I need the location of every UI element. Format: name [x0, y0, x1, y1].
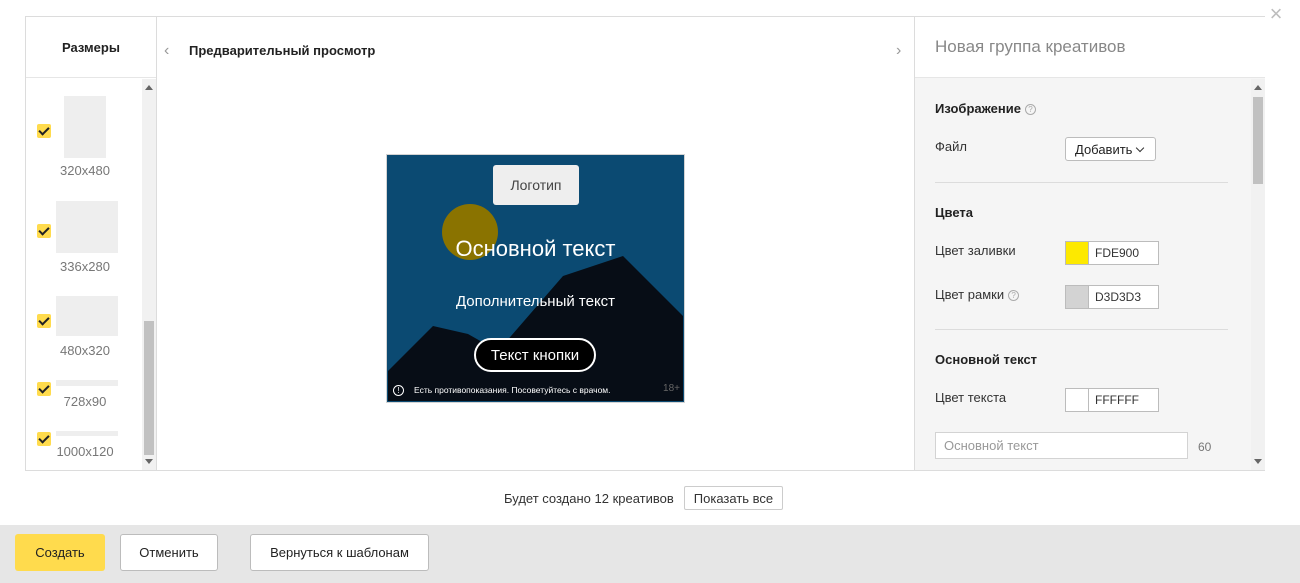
show-all-button[interactable]: Показать все: [683, 486, 784, 510]
char-counter: 60: [1198, 440, 1212, 454]
fill-color-swatch[interactable]: [1065, 241, 1089, 265]
checkbox-728x90[interactable]: [37, 382, 51, 396]
back-to-templates-button[interactable]: Вернуться к шаблонам: [250, 534, 429, 571]
banner-logo: Логотип: [493, 165, 579, 205]
scroll-down-icon[interactable]: [145, 459, 153, 464]
size-thumbnail: [56, 380, 118, 386]
disclaimer-text: Есть противопоказания. Посоветуйтесь с в…: [414, 385, 611, 395]
chevron-down-icon: [1136, 143, 1145, 152]
close-icon[interactable]: ×: [1266, 3, 1286, 25]
size-thumbnail: [56, 431, 118, 436]
sizes-list: 320x480 336x280 480x320 728x90 1000x120: [26, 79, 142, 470]
footer-bar: Создать Отменить Вернуться к шаблонам: [0, 525, 1300, 583]
size-label: 480x320: [60, 343, 110, 358]
banner-preview: Логотип Основной текст Дополнительный те…: [386, 154, 685, 403]
scroll-up-icon[interactable]: [145, 85, 153, 90]
sizes-panel: Размеры 320x480 336x280 480x320 728x90 1…: [26, 17, 157, 470]
creative-editor-modal: × Размеры 320x480 336x280 480x320 728x90…: [0, 0, 1300, 583]
preview-panel: ‹ Предварительный просмотр › Логотип Осн…: [158, 17, 913, 470]
scrollbar-thumb[interactable]: [144, 321, 154, 455]
size-item-1000x120[interactable]: 1000x120: [26, 419, 142, 470]
main-text-input[interactable]: Основной текст: [935, 432, 1188, 459]
image-section-title: Изображение?: [935, 101, 1036, 116]
sizes-title: Размеры: [26, 17, 156, 78]
settings-scrollbar[interactable]: [1251, 79, 1265, 470]
checkbox-320x480[interactable]: [37, 124, 51, 138]
divider: [935, 329, 1228, 330]
main-text-section-title: Основной текст: [935, 352, 1038, 367]
divider: [935, 182, 1228, 183]
summary-text: Будет создано 12 креативов: [504, 490, 674, 506]
size-label: 320x480: [60, 163, 110, 178]
size-label: 336x280: [60, 259, 110, 274]
fill-color-label: Цвет заливки: [935, 243, 1016, 258]
cancel-button[interactable]: Отменить: [120, 534, 218, 571]
size-item-480x320[interactable]: 480x320: [26, 279, 142, 369]
text-color-swatch[interactable]: [1065, 388, 1089, 412]
checkbox-480x320[interactable]: [37, 314, 51, 328]
sizes-scrollbar[interactable]: [142, 79, 156, 470]
size-item-320x480[interactable]: 320x480: [26, 79, 142, 179]
chevron-right-icon[interactable]: ›: [896, 43, 908, 59]
scrollbar-thumb[interactable]: [1253, 97, 1263, 184]
banner-disclaimer: ! Есть противопоказания. Посоветуйтесь с…: [393, 383, 683, 397]
scroll-down-icon[interactable]: [1254, 459, 1262, 464]
banner-sub-text: Дополнительный текст: [455, 293, 616, 310]
text-color-label: Цвет текста: [935, 390, 1007, 405]
image-section-label: Изображение: [935, 101, 1021, 116]
preview-title: Предварительный просмотр: [189, 43, 376, 58]
checkbox-1000x120[interactable]: [37, 432, 51, 446]
text-color-field[interactable]: FFFFFF: [1065, 388, 1159, 412]
chevron-left-icon[interactable]: ‹: [164, 43, 176, 59]
banner-cta-button: Текст кнопки: [474, 338, 596, 372]
size-thumbnail: [56, 201, 118, 253]
add-file-label: Добавить: [1075, 141, 1133, 157]
fill-color-input[interactable]: FDE900: [1089, 241, 1159, 265]
warning-icon: !: [393, 384, 404, 396]
border-color-input[interactable]: D3D3D3: [1089, 285, 1159, 309]
add-file-dropdown[interactable]: Добавить: [1065, 137, 1156, 161]
size-item-728x90[interactable]: 728x90: [26, 369, 142, 419]
size-thumbnail: [56, 296, 118, 336]
text-color-input[interactable]: FFFFFF: [1089, 388, 1159, 412]
editor-frame: Размеры 320x480 336x280 480x320 728x90 1…: [25, 16, 1265, 471]
size-label: 1000x120: [56, 444, 114, 459]
settings-title: Новая группа креативов: [915, 17, 1265, 78]
size-item-336x280[interactable]: 336x280: [26, 179, 142, 279]
size-thumbnail: [64, 96, 106, 158]
border-color-label-text: Цвет рамки: [935, 287, 1005, 302]
border-color-swatch[interactable]: [1065, 285, 1089, 309]
scroll-up-icon[interactable]: [1254, 85, 1262, 90]
border-color-field[interactable]: D3D3D3: [1065, 285, 1159, 309]
settings-body: Изображение? Файл Добавить Цвета Цвет за…: [915, 79, 1251, 470]
fill-color-field[interactable]: FDE900: [1065, 241, 1159, 265]
age-rating: 18+: [663, 383, 680, 394]
creatives-summary: Будет создано 12 креативов Показать все: [504, 486, 784, 510]
help-icon[interactable]: ?: [1008, 290, 1020, 301]
help-icon[interactable]: ?: [1024, 104, 1036, 115]
colors-section-title: Цвета: [935, 205, 973, 220]
banner-main-text: Основной текст: [455, 236, 616, 261]
create-button[interactable]: Создать: [15, 534, 105, 571]
size-label: 728x90: [63, 394, 107, 409]
settings-panel: Новая группа креативов Изображение? Файл…: [914, 17, 1265, 470]
checkbox-336x280[interactable]: [37, 224, 51, 238]
file-label: Файл: [935, 139, 967, 154]
border-color-label: Цвет рамки?: [935, 287, 1020, 302]
